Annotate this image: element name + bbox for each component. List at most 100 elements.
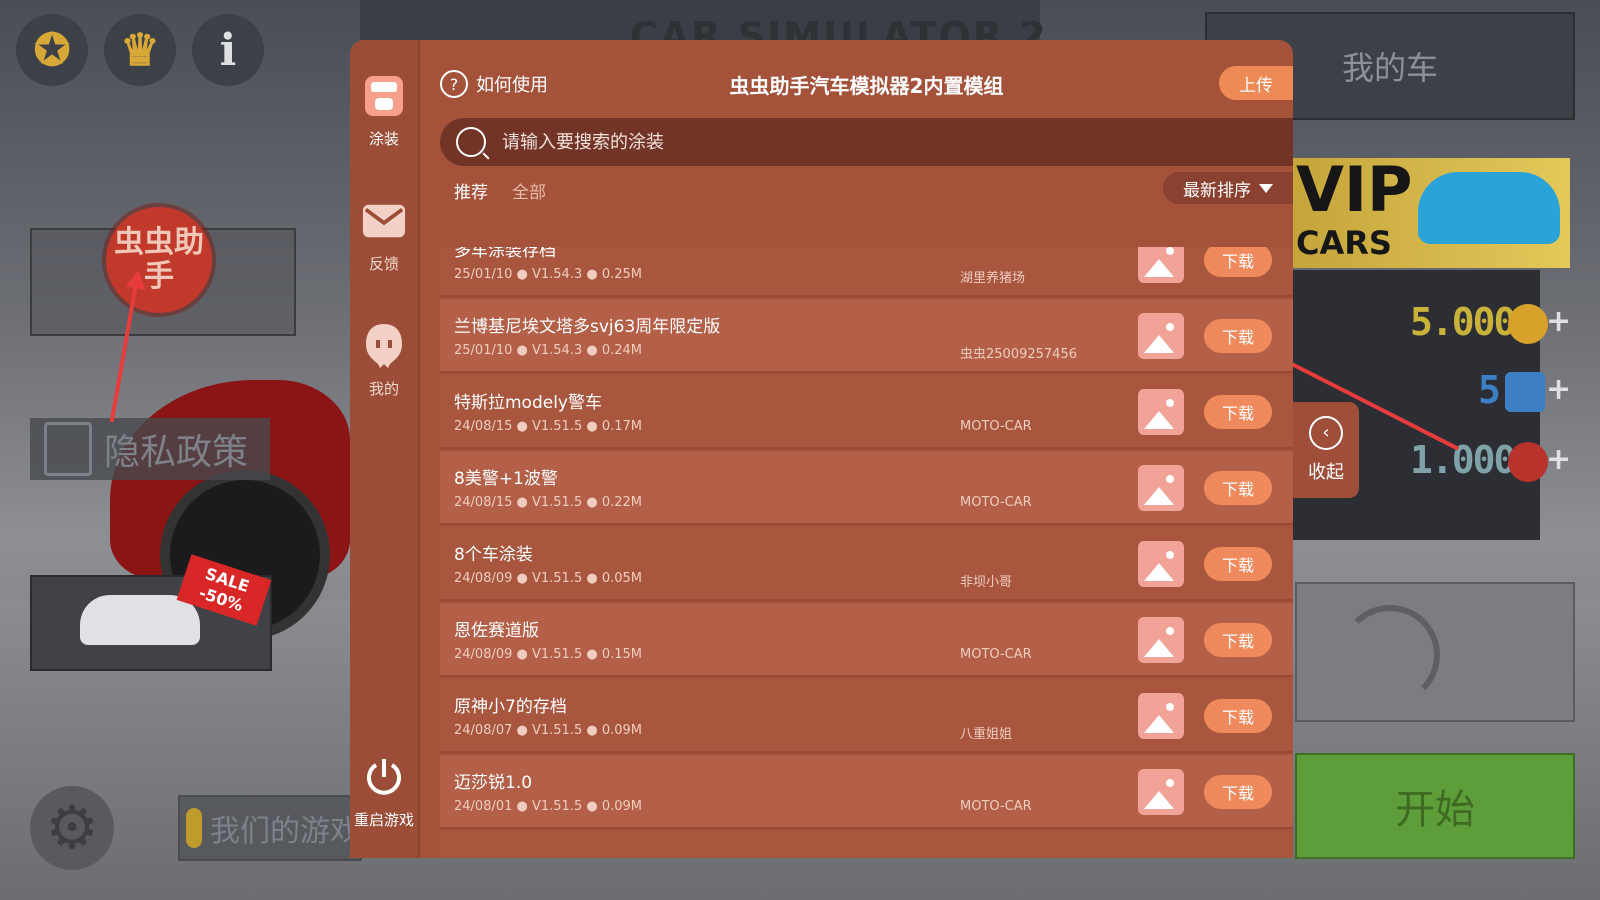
medal-icon[interactable]: ✪ [16,14,88,86]
item-title: 迈莎锐1.0 [454,773,533,793]
cc-helper-badge[interactable]: 虫虫助手 [106,207,212,313]
sidebar-item-mine[interactable]: 我的 [362,324,406,399]
paint-bucket-icon [362,74,406,118]
list-item[interactable]: 迈莎锐1.0 24/08/01 ● V1.51.5 ● 0.09M MOTO-C… [440,755,1293,829]
list-item[interactable]: 特斯拉modely警车 24/08/15 ● V1.51.5 ● 0.17M M… [440,375,1293,449]
image-icon[interactable] [1138,541,1184,587]
sale-car-image [80,595,200,645]
item-meta: 24/08/01 ● V1.51.5 ● 0.09M [454,799,643,814]
item-title: 兰博基尼埃文塔多svj63周年限定版 [454,317,721,337]
item-meta: 25/01/10 ● V1.54.3 ● 0.25M [454,267,643,282]
sidebar-item-label: 反馈 [368,255,399,273]
mod-list[interactable]: 多车涂装存档 25/01/10 ● V1.54.3 ● 0.25M 湖里养猪场 … [440,247,1293,858]
sidebar-item-feedback[interactable]: 反馈 [362,199,406,274]
restart-game-label: 重启游戏 [353,811,414,829]
item-author: MOTO-CAR [960,495,1032,510]
item-meta: 24/08/07 ● V1.51.5 ● 0.09M [454,723,643,738]
vip-text: VIP [1296,153,1413,226]
upload-button[interactable]: 上传 [1219,66,1293,100]
sidebar-item-paint[interactable]: 涂装 [362,74,406,149]
category-tabs: 推荐 全部 [454,178,546,203]
image-icon[interactable] [1138,617,1184,663]
item-author: 湖里养猪场 [960,271,1026,286]
download-button[interactable]: 下载 [1204,247,1272,277]
item-title: 特斯拉modely警车 [454,393,602,413]
start-button[interactable]: 开始 [1295,753,1575,859]
modal-sidebar: 涂装 反馈 我的 重启游戏 [350,40,420,858]
item-author: 八重姐姐 [960,727,1013,742]
download-button[interactable]: 下载 [1204,775,1272,809]
search-icon [456,127,486,157]
add-coins-button[interactable]: + [1546,304,1571,339]
list-item[interactable]: 多车涂装存档 25/01/10 ● V1.54.3 ● 0.25M 湖里养猪场 … [440,247,1293,297]
trophy-icon[interactable]: ♛ [104,14,176,86]
cash-icon [1508,442,1548,482]
add-cash-button[interactable]: + [1546,442,1571,477]
list-item-partial[interactable] [440,831,1293,858]
download-button[interactable]: 下载 [1204,699,1272,733]
face-icon [362,324,406,368]
download-button[interactable]: 下载 [1204,623,1272,657]
sidebar-item-label: 涂装 [368,130,399,148]
mail-icon [362,199,406,243]
gear-icon[interactable]: ⚙ [30,786,114,870]
download-button[interactable]: 下载 [1204,395,1272,429]
document-icon [44,422,92,476]
list-item[interactable]: 8美警+1波警 24/08/15 ● V1.51.5 ● 0.22M MOTO-… [440,451,1293,525]
sort-dropdown[interactable]: 最新排序 [1163,172,1293,204]
image-icon[interactable] [1138,769,1184,815]
download-button[interactable]: 下载 [1204,319,1272,353]
list-item[interactable]: 恩佐赛道版 24/08/09 ● V1.51.5 ● 0.15M MOTO-CA… [440,603,1293,677]
chevron-left-icon: ‹ [1309,416,1343,450]
list-item[interactable]: 原神小7的存档 24/08/07 ● V1.51.5 ● 0.09M 八重姐姐 … [440,679,1293,753]
item-author: MOTO-CAR [960,647,1032,662]
image-icon[interactable] [1138,693,1184,739]
chevron-down-icon [1259,183,1273,193]
item-meta: 25/01/10 ● V1.54.3 ● 0.24M [454,343,643,358]
tab-recommended[interactable]: 推荐 [454,178,488,203]
our-games-label: 我们的游戏 [210,814,360,849]
modal-main: ? 如何使用 虫虫助手汽车模拟器2内置模组 上传 推荐 全部 最新排序 多车涂装… [440,40,1293,858]
gamepad-icon [186,808,202,848]
our-games-button[interactable]: 我们的游戏 [178,795,362,861]
item-title: 8个车涂装 [454,545,533,565]
image-icon[interactable] [1138,465,1184,511]
crystals-amount: 5 [1478,368,1501,412]
info-icon[interactable]: i [192,14,264,86]
privacy-label: 隐私政策 [104,432,249,473]
how-to-use-label: 如何使用 [476,75,548,96]
item-meta: 24/08/15 ● V1.51.5 ● 0.22M [454,495,643,510]
coin-icon [1508,304,1548,344]
item-meta: 24/08/15 ● V1.51.5 ● 0.17M [454,419,643,434]
vip-car-image [1418,172,1560,244]
item-meta: 24/08/09 ● V1.51.5 ● 0.05M [454,571,643,586]
item-author: MOTO-CAR [960,799,1032,814]
modal-title: 虫虫助手汽车模拟器2内置模组 [729,74,1004,98]
add-crystals-button[interactable]: + [1546,372,1571,407]
cash-amount: 1.000 [1410,438,1516,482]
search-input[interactable] [500,130,1293,154]
search-bar[interactable] [440,118,1293,166]
item-title: 原神小7的存档 [454,697,567,717]
privacy-policy-button[interactable]: 隐私政策 [30,418,270,480]
download-button[interactable]: 下载 [1204,547,1272,581]
collapse-button[interactable]: ‹ 收起 [1293,402,1359,498]
image-icon[interactable] [1138,247,1184,283]
image-icon[interactable] [1138,389,1184,435]
how-to-use-link[interactable]: ? 如何使用 [440,70,548,98]
car-card-icon [1505,372,1545,412]
item-author: 非坝小哥 [960,575,1013,590]
question-icon: ? [440,70,468,98]
loading-spinner [1340,605,1440,705]
item-meta: 24/08/09 ● V1.51.5 ● 0.15M [454,647,643,662]
download-button[interactable]: 下载 [1204,471,1272,505]
power-icon [362,755,406,799]
list-item[interactable]: 兰博基尼埃文塔多svj63周年限定版 25/01/10 ● V1.54.3 ● … [440,299,1293,373]
restart-game-button[interactable]: 重启游戏 [354,755,414,830]
image-icon[interactable] [1138,313,1184,359]
item-title: 多车涂装存档 [454,247,556,261]
item-title: 8美警+1波警 [454,469,558,489]
sort-label: 最新排序 [1183,180,1251,201]
list-item[interactable]: 8个车涂装 24/08/09 ● V1.51.5 ● 0.05M 非坝小哥 下载 [440,527,1293,601]
tab-all[interactable]: 全部 [512,178,546,203]
